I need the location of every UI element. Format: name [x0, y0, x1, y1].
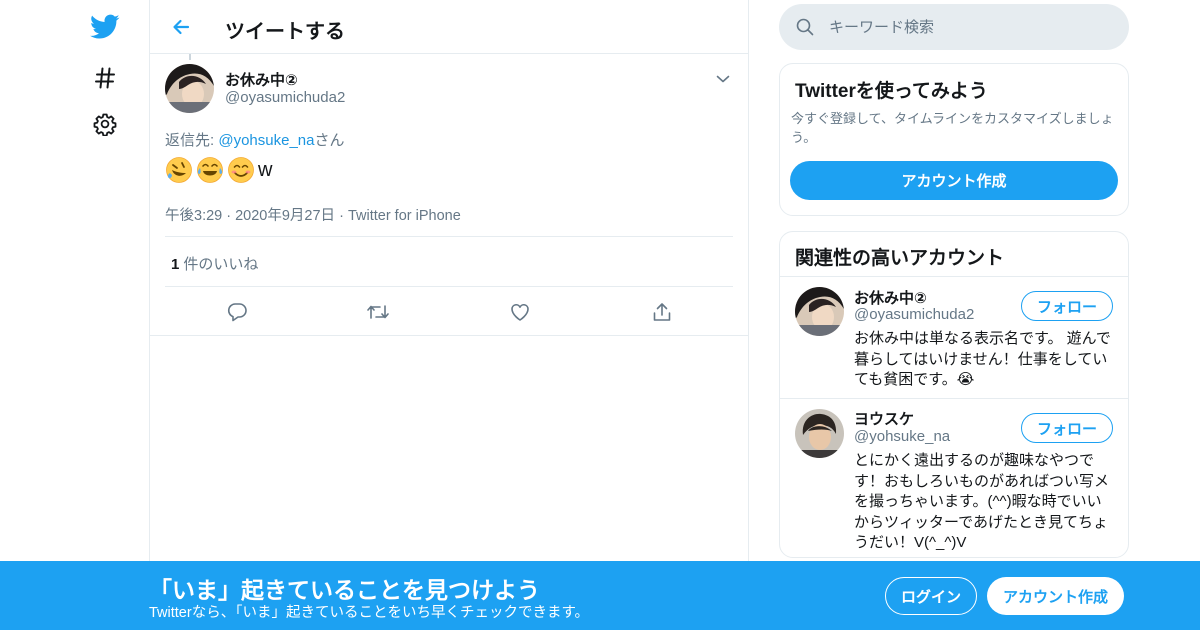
avatar[interactable] [165, 64, 214, 113]
reply-button[interactable] [223, 298, 251, 326]
reply-icon [227, 303, 247, 322]
chevron-down-icon [716, 75, 730, 83]
signup-card-description: 今すぐ登録して、タイムラインをカスタマイズしましょう。 [791, 111, 1114, 145]
divider [165, 286, 733, 287]
retweet-icon [367, 305, 389, 319]
reply-prefix: 返信先: [165, 132, 215, 149]
user-handle[interactable]: @oyasumichuda2 [854, 306, 974, 323]
avatar[interactable] [795, 409, 844, 458]
banner-subtitle: Twitterなら、「いま」起きていることをいち早くチェックできます。 [149, 605, 589, 621]
avatar-photo [165, 64, 214, 113]
like-count: 1 [171, 256, 180, 273]
arrow-left-icon [173, 19, 190, 35]
divider [165, 236, 733, 237]
twitter-bird-icon [90, 14, 120, 39]
settings-link[interactable] [86, 105, 124, 143]
main-header: ツイートする [150, 0, 748, 54]
login-button[interactable]: ログイン [885, 577, 977, 615]
main-column: ツイートする お休み中② @oyasumichuda2 返信先: @yohsuk… [149, 0, 749, 630]
banner-create-account-button[interactable]: アカウント作成 [987, 577, 1124, 615]
explore-link[interactable] [86, 59, 124, 97]
avatar[interactable] [795, 287, 844, 336]
create-account-button[interactable]: アカウント作成 [790, 161, 1118, 200]
thread-line [189, 54, 191, 60]
related-accounts-title: 関連性の高いアカウント [795, 248, 1005, 269]
reply-to-line: 返信先: @yohsuke_naさん [165, 129, 344, 150]
follow-button[interactable]: フォロー [1021, 291, 1113, 321]
user-row[interactable]: ヨウスケ @yohsuke_na フォロー とにかく遠出するのが趣味なやつです！… [780, 399, 1128, 557]
search-bar[interactable] [779, 4, 1129, 50]
share-button[interactable] [648, 298, 676, 326]
user-bio: とにかく遠出するのが趣味なやつです！おもしろいものがあればつい写メを撮っちゃいま… [854, 452, 1110, 551]
related-accounts-card: 関連性の高いアカウント お休み中② @oyasumichuda2 フォロー お休… [779, 231, 1129, 558]
tweet: お休み中② @oyasumichuda2 返信先: @yohsuke_naさん [150, 54, 748, 336]
page-title: ツイートする [225, 21, 345, 43]
like-icon [511, 304, 529, 321]
user-name[interactable]: お休み中② [854, 287, 927, 308]
search-input[interactable] [829, 18, 1109, 36]
left-nav [0, 0, 150, 630]
smiling-face-emoji [228, 157, 254, 183]
gear-icon [93, 113, 117, 136]
reply-suffix: さん [314, 132, 345, 149]
user-row[interactable]: お休み中② @oyasumichuda2 フォロー お休み中は単なる表示名です。… [780, 277, 1128, 399]
related-accounts-header: 関連性の高いアカウント [780, 232, 1128, 277]
tweet-timestamp[interactable]: 午後3:29 · 2020年9月27日 · Twitter for iPhone [165, 204, 461, 225]
like-button[interactable] [506, 298, 534, 326]
back-button[interactable] [164, 10, 198, 44]
author-handle[interactable]: @oyasumichuda2 [225, 89, 345, 106]
retweet-button[interactable] [364, 298, 392, 326]
tweet-text: w [165, 156, 272, 184]
banner-title: 「いま」起きていることを見つけよう [149, 577, 540, 603]
tears-of-joy-emoji [197, 157, 223, 183]
hashtag-icon [95, 67, 115, 89]
author-name[interactable]: お休み中② [225, 69, 298, 90]
like-count-label: 件のいいね [183, 256, 259, 273]
signup-card-title: Twitterを使ってみよう [795, 81, 988, 102]
signup-banner: 「いま」起きていることを見つけよう Twitterなら、「いま」起きていることを… [0, 561, 1200, 630]
user-handle[interactable]: @yohsuke_na [854, 428, 950, 445]
avatar-photo [795, 409, 844, 458]
user-name[interactable]: ヨウスケ [854, 408, 914, 429]
tweet-actions [165, 298, 733, 326]
twitter-logo-link[interactable] [86, 8, 124, 46]
user-bio: お休み中は単なる表示名です。 遊んで暮らしてはいけません！仕事をしていても貧困で… [854, 330, 1111, 388]
follow-button[interactable]: フォロー [1021, 413, 1113, 443]
share-icon [653, 303, 671, 321]
rolling-on-floor-laughing-emoji [166, 157, 192, 183]
page: ツイートする お休み中② @oyasumichuda2 返信先: @yohsuk… [0, 0, 1200, 630]
like-count-line[interactable]: 1 件のいいね [171, 253, 258, 274]
signup-card: Twitterを使ってみよう 今すぐ登録して、タイムラインをカスタマイズしましょ… [779, 63, 1129, 216]
tweet-text-suffix: w [258, 158, 273, 181]
search-icon [795, 17, 815, 37]
avatar-photo [795, 287, 844, 336]
reply-handle-link[interactable]: @yohsuke_na [218, 132, 314, 149]
tweet-menu-button[interactable] [712, 68, 734, 90]
